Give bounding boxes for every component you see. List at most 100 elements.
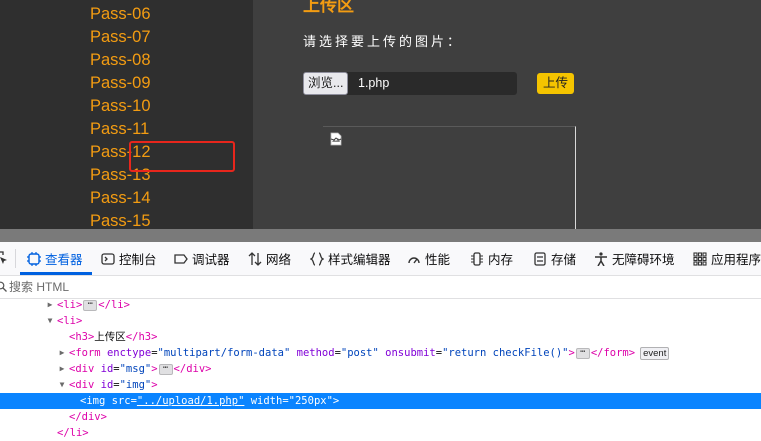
performance-icon <box>408 256 420 263</box>
collapsed-ellipsis[interactable]: ⋯ <box>575 347 590 359</box>
tab-label: 应用程序 <box>711 253 761 267</box>
collapsed-ellipsis[interactable]: ⋯ <box>83 299 98 311</box>
tab-label: 控制台 <box>119 253 157 267</box>
tag-close: </h3> <box>125 331 158 343</box>
tree-node-li-close: </li> <box>0 425 761 441</box>
tab-label: 无障碍环境 <box>612 253 675 267</box>
attr-value: "250px" <box>288 395 333 407</box>
tab-application[interactable]: 应用程序 <box>693 242 761 275</box>
sidebar-item-pass-06[interactable]: Pass-06 <box>90 3 151 26</box>
attr-value: "post" <box>340 347 379 359</box>
toolbar-separator <box>15 249 16 268</box>
sidebar-item-pass-10[interactable]: Pass-10 <box>90 95 151 118</box>
sidebar-item-pass-11[interactable]: Pass-11 <box>90 118 151 141</box>
expand-icon[interactable]: ▶ <box>45 297 55 313</box>
tree-node-div-close: </div> <box>0 409 761 425</box>
event-badge[interactable]: event <box>640 346 670 360</box>
tag-gt: > <box>151 379 158 391</box>
tag-gt: > <box>151 363 158 375</box>
style-editor-icon <box>310 251 324 266</box>
tag-close: </div> <box>69 411 107 423</box>
tag-open: <h3> <box>69 331 95 343</box>
upload-area: 上传区 请选择要上传的图片： 浏览... 1.php 上传 <box>253 0 761 229</box>
broken-image-icon <box>330 132 342 146</box>
inspector-icon <box>27 251 41 266</box>
collapse-icon[interactable]: ▼ <box>45 313 55 329</box>
page-viewport: Pass-06 Pass-07 Pass-08 Pass-09 Pass-10 … <box>0 0 761 229</box>
tab-label: 查看器 <box>45 253 83 267</box>
memory-icon <box>471 251 483 266</box>
sidebar-item-pass-08[interactable]: Pass-08 <box>90 49 151 72</box>
expand-icon[interactable]: ▶ <box>57 345 67 361</box>
file-input[interactable]: 浏览... 1.php <box>303 72 517 95</box>
tree-node-div-msg[interactable]: ▶ <div id="msg"> ⋯ </div> <box>0 361 761 377</box>
attr-name: onsubmit <box>385 347 436 359</box>
attr-value: "img" <box>119 379 152 391</box>
attr-name: enctype <box>106 347 152 359</box>
pass-list: Pass-06 Pass-07 Pass-08 Pass-09 Pass-10 … <box>90 3 151 229</box>
upload-button[interactable]: 上传 <box>537 73 575 94</box>
debugger-icon <box>174 253 188 264</box>
red-highlight-annotation <box>129 141 235 172</box>
tag-close: </li> <box>57 427 89 439</box>
network-icon <box>248 251 262 266</box>
tab-label: 网络 <box>266 253 292 267</box>
node-text: 上传区 <box>94 331 126 343</box>
tree-node-form[interactable]: ▶ <form enctype="multipart/form-data" me… <box>0 345 761 361</box>
tab-inspector[interactable]: 查看器 <box>27 242 83 275</box>
tab-label: 样式编辑器 <box>328 253 391 267</box>
console-icon <box>101 252 115 265</box>
tag-open: <li> <box>57 315 83 327</box>
tag-open: <div <box>69 363 95 375</box>
tab-performance[interactable]: 性能 <box>407 242 450 275</box>
tab-storage[interactable]: 存储 <box>533 242 576 275</box>
tab-debugger[interactable]: 调试器 <box>174 242 230 275</box>
sidebar-item-pass-15[interactable]: Pass-15 <box>90 210 151 229</box>
sidebar-item-pass-07[interactable]: Pass-07 <box>90 26 151 49</box>
tag-open: <li> <box>57 299 83 311</box>
browse-button[interactable]: 浏览... <box>303 72 349 95</box>
upload-prompt: 请选择要上传的图片： <box>303 34 464 49</box>
tab-label: 性能 <box>425 253 451 267</box>
html-search-bar <box>0 276 761 299</box>
sidebar-item-pass-14[interactable]: Pass-14 <box>90 187 151 210</box>
accessibility-icon <box>595 251 607 266</box>
tree-node-div-img[interactable]: ▼ <div id="img"> <box>0 377 761 393</box>
collapsed-ellipsis[interactable]: ⋯ <box>158 363 173 375</box>
tag-close: </div> <box>173 363 212 375</box>
tab-accessibility[interactable]: 无障碍环境 <box>594 242 675 275</box>
tab-style-editor[interactable]: 样式编辑器 <box>310 242 391 275</box>
sidebar: Pass-06 Pass-07 Pass-08 Pass-09 Pass-10 … <box>0 0 253 229</box>
tab-memory[interactable]: 内存 <box>470 242 513 275</box>
tag-gt: > <box>568 347 575 359</box>
attr-value: "return checkFile()" <box>442 347 569 359</box>
devtools-toolbar: 查看器 控制台 调试器 网络 样式编辑器 性能 内存 存储 无障碍环境 应用程序 <box>0 242 761 276</box>
tree-node-img-selected[interactable]: <img src="../upload/1.php" width="250px"… <box>0 393 761 409</box>
tab-label: 存储 <box>551 253 577 267</box>
tree-node-h3[interactable]: <h3>上传区</h3> <box>0 329 761 345</box>
tab-console[interactable]: 控制台 <box>101 242 157 275</box>
tree-node-li-collapsed[interactable]: ▶ <li> ⋯ </li> <box>0 297 761 313</box>
collapse-icon[interactable]: ▼ <box>57 377 67 393</box>
pick-element-icon[interactable] <box>0 251 8 265</box>
selected-file-name: 1.php <box>358 76 390 90</box>
attr-name: id <box>100 363 114 375</box>
attr-value: "multipart/form-data" <box>157 347 291 359</box>
search-icon <box>0 281 7 292</box>
tag-open: <div <box>69 379 95 391</box>
sidebar-item-pass-09[interactable]: Pass-09 <box>90 72 151 95</box>
tag-close: </form> <box>590 347 636 359</box>
active-tab-indicator <box>20 272 92 275</box>
tab-label: 调试器 <box>192 253 230 267</box>
tag-close: </li> <box>98 299 130 311</box>
uploaded-image-frame <box>323 126 576 229</box>
search-html-input[interactable] <box>9 278 309 296</box>
tree-node-li[interactable]: ▼ <li> <box>0 313 761 329</box>
expand-icon[interactable]: ▶ <box>57 361 67 377</box>
tab-network[interactable]: 网络 <box>248 242 291 275</box>
upload-title: 上传区 <box>303 0 354 15</box>
tag-open: <form <box>69 347 101 359</box>
attr-name: method <box>296 347 335 359</box>
img-src-link[interactable]: "../upload/1.php" <box>137 395 244 407</box>
devtools-splitter[interactable] <box>0 229 761 242</box>
